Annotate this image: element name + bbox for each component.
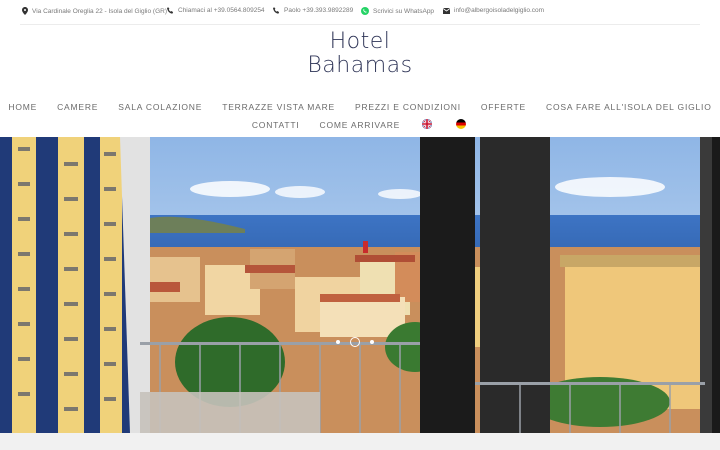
slider-dot-2[interactable] — [350, 337, 360, 347]
call-text[interactable]: Chiamaci al +39.0564.809254 — [178, 7, 265, 14]
whatsapp-icon — [361, 7, 369, 15]
site-logo[interactable]: Hotel Bahamas — [0, 30, 720, 78]
nav-home[interactable]: HOME — [8, 102, 37, 112]
whatsapp-item[interactable]: Scrivici su WhatsApp — [361, 7, 434, 15]
nav-prezzi[interactable]: PREZZI E CONDIZIONI — [355, 102, 461, 112]
hero-image — [0, 137, 720, 433]
nav-offerte[interactable]: OFFERTE — [481, 102, 526, 112]
phone-icon — [167, 7, 174, 14]
english-flag-icon[interactable] — [422, 119, 433, 129]
address-text: Via Cardinale Oreglia 22 - Isola del Gig… — [32, 7, 167, 15]
nav-come-arrivare[interactable]: COME ARRIVARE — [320, 120, 401, 130]
nav-cosa-fare[interactable]: COSA FARE ALL'ISOLA DEL GIGLIO — [546, 102, 712, 112]
top-info-bar: Via Cardinale Oreglia 22 - Isola del Gig… — [0, 0, 720, 25]
mail-icon — [443, 7, 450, 14]
address-item: Via Cardinale Oreglia 22 - Isola del Gig… — [22, 7, 167, 15]
top-divider — [20, 24, 700, 25]
nav-terrazze[interactable]: TERRAZZE VISTA MARE — [222, 102, 335, 112]
email-text[interactable]: info@albergoisoladelgiglio.com — [454, 7, 544, 14]
slider-dot-1[interactable] — [336, 340, 340, 344]
phone-icon — [273, 7, 280, 14]
map-pin-icon — [22, 7, 28, 15]
nav-contatti[interactable]: CONTATTI — [252, 120, 300, 130]
nav-camere[interactable]: CAMERE — [57, 102, 98, 112]
paolo-text[interactable]: Paolo +39.393.9892289 — [284, 7, 353, 14]
slider-pagination — [336, 337, 374, 347]
slider-dot-3[interactable] — [370, 340, 374, 344]
main-nav: HOME CAMERE SALA COLAZIONE TERRAZZE VIST… — [0, 102, 720, 112]
secondary-nav: CONTATTI COME ARRIVARE — [0, 119, 720, 130]
content-strip — [0, 433, 720, 450]
german-flag-icon[interactable] — [456, 119, 467, 129]
logo-line-bahamas: Bahamas — [307, 53, 413, 78]
hero-slider — [0, 137, 720, 433]
logo-line-hotel: Hotel — [329, 29, 391, 54]
nav-sala-colazione[interactable]: SALA COLAZIONE — [118, 102, 202, 112]
paolo-item[interactable]: Paolo +39.393.9892289 — [273, 7, 353, 14]
call-item[interactable]: Chiamaci al +39.0564.809254 — [167, 7, 265, 14]
email-item[interactable]: info@albergoisoladelgiglio.com — [443, 7, 544, 14]
whatsapp-text[interactable]: Scrivici su WhatsApp — [373, 8, 434, 15]
